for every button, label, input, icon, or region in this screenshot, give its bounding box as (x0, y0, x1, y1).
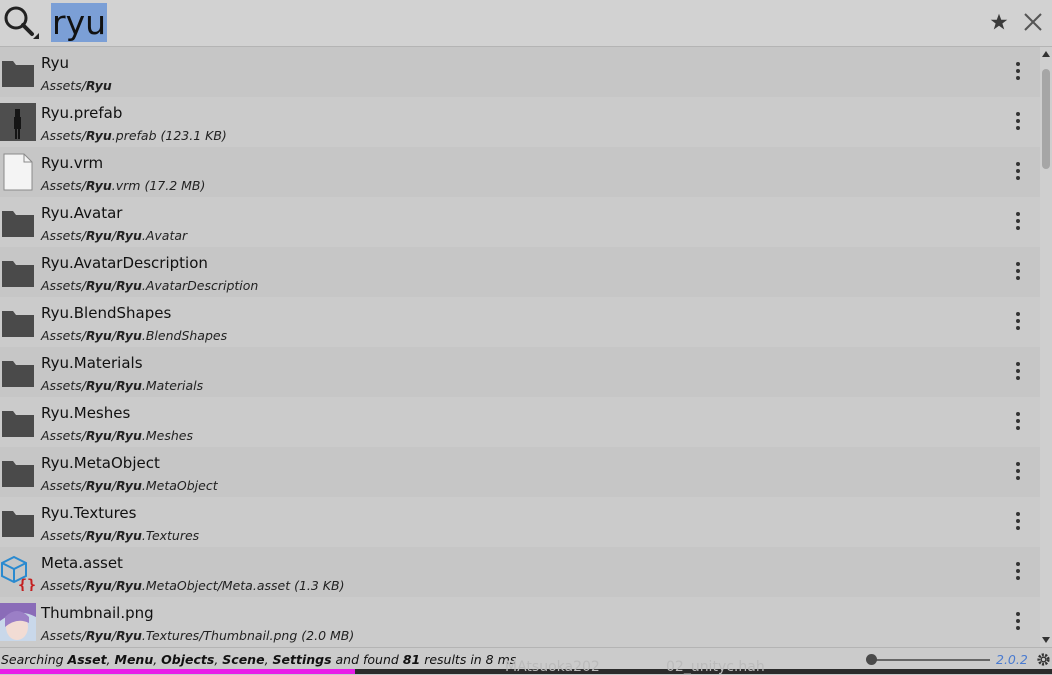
version-label: 2.0.2 (996, 652, 1028, 667)
result-title: Ryu.Textures (41, 504, 137, 522)
favorite-star-icon[interactable] (990, 13, 1008, 31)
prefab-thumbnail (0, 103, 36, 141)
result-title: Ryu.AvatarDescription (41, 254, 208, 272)
scriptable-object-icon: {} (0, 553, 36, 594)
image-thumbnail (0, 603, 36, 641)
folder-icon (0, 253, 36, 291)
result-row[interactable]: Ryu.MetaObject Assets/Ryu/Ryu.MetaObject (0, 447, 1040, 497)
more-options-icon[interactable] (1009, 259, 1027, 283)
more-options-icon[interactable] (1009, 309, 1027, 333)
result-title: Ryu (41, 54, 69, 72)
svg-text:{}: {} (18, 576, 36, 591)
result-title: Ryu.Avatar (41, 204, 123, 222)
result-path: Assets/Ryu (41, 78, 112, 93)
status-text: Searching Asset, Menu, Objects, Scene, S… (1, 652, 517, 667)
result-row[interactable]: Ryu Assets/Ryu (0, 47, 1040, 97)
more-options-icon[interactable] (1009, 559, 1027, 583)
result-path: Assets/Ryu/Ryu.BlendShapes (41, 328, 228, 343)
gear-icon[interactable] (1036, 652, 1051, 667)
zoom-slider-track[interactable] (872, 659, 990, 661)
result-path: Assets/Ryu.prefab (123.1 KB) (41, 128, 227, 143)
more-options-icon[interactable] (1009, 509, 1027, 533)
folder-icon (0, 53, 36, 91)
result-row[interactable]: Ryu.Avatar Assets/Ryu/Ryu.Avatar (0, 197, 1040, 247)
result-title: Meta.asset (41, 554, 123, 572)
result-row[interactable]: Ryu.Materials Assets/Ryu/Ryu.Materials (0, 347, 1040, 397)
result-row[interactable]: Ryu.Meshes Assets/Ryu/Ryu.Meshes (0, 397, 1040, 447)
result-row[interactable]: Thumbnail.png Assets/Ryu/Ryu.Textures/Th… (0, 597, 1040, 647)
more-options-icon[interactable] (1009, 609, 1027, 633)
search-icon[interactable] (2, 4, 40, 42)
result-row[interactable]: Ryu.BlendShapes Assets/Ryu/Ryu.BlendShap… (0, 297, 1040, 347)
result-title: Ryu.prefab (41, 104, 123, 122)
folder-icon (0, 203, 36, 241)
result-path: Assets/Ryu/Ryu.MetaObject (41, 478, 218, 493)
result-row[interactable]: {} Meta.asset Assets/Ryu/Ryu.MetaObject/… (0, 547, 1040, 597)
background-tab-label: MAtsuoka202 (505, 659, 600, 675)
result-path: Assets/Ryu/Ryu.MetaObject/Meta.asset (1.… (41, 578, 345, 593)
scroll-down-arrow-icon[interactable] (1042, 637, 1050, 643)
folder-icon (0, 353, 36, 391)
result-path: Assets/Ryu/Ryu.Materials (41, 378, 204, 393)
progress-bar (0, 669, 355, 674)
zoom-slider-handle[interactable] (866, 654, 877, 665)
search-bar: ryu (0, 0, 1052, 47)
folder-icon (0, 503, 36, 541)
more-options-icon[interactable] (1009, 59, 1027, 83)
file-icon (0, 153, 36, 191)
more-options-icon[interactable] (1009, 459, 1027, 483)
result-title: Ryu.Materials (41, 354, 143, 372)
folder-icon (0, 303, 36, 341)
result-path: Assets/Ryu/Ryu.Meshes (41, 428, 193, 443)
result-title: Ryu.Meshes (41, 404, 131, 422)
result-path: Assets/Ryu/Ryu.Avatar (41, 228, 188, 243)
folder-icon (0, 403, 36, 441)
vertical-scrollbar[interactable] (1040, 47, 1052, 647)
scrollbar-thumb[interactable] (1042, 69, 1050, 169)
more-options-icon[interactable] (1009, 209, 1027, 233)
result-row[interactable]: Ryu.prefab Assets/Ryu.prefab (123.1 KB) (0, 97, 1040, 147)
result-row[interactable]: Ryu.Textures Assets/Ryu/Ryu.Textures (0, 497, 1040, 547)
folder-icon (0, 453, 36, 491)
results-list: Ryu Assets/Ryu Ryu.prefab Assets/Ryu.pre… (0, 47, 1040, 647)
result-title: Ryu.MetaObject (41, 454, 160, 472)
close-icon[interactable] (1022, 11, 1044, 33)
search-query-selection: ryu (51, 3, 108, 42)
result-title: Ryu.BlendShapes (41, 304, 172, 322)
more-options-icon[interactable] (1009, 159, 1027, 183)
more-options-icon[interactable] (1009, 109, 1027, 133)
result-title: Ryu.vrm (41, 154, 104, 172)
result-path: Assets/Ryu/Ryu.Textures (41, 528, 200, 543)
result-row[interactable]: Ryu.AvatarDescription Assets/Ryu/Ryu.Ava… (0, 247, 1040, 297)
more-options-icon[interactable] (1009, 409, 1027, 433)
result-path: Assets/Ryu/Ryu.AvatarDescription (41, 278, 259, 293)
search-input[interactable]: ryu (51, 2, 108, 43)
more-options-icon[interactable] (1009, 359, 1027, 383)
scroll-up-arrow-icon[interactable] (1042, 51, 1050, 57)
result-path: Assets/Ryu.vrm (17.2 MB) (41, 178, 206, 193)
result-path: Assets/Ryu/Ryu.Textures/Thumbnail.png (2… (41, 628, 355, 643)
background-tab-label: 02_unityc.hah (666, 659, 765, 675)
result-row[interactable]: Ryu.vrm Assets/Ryu.vrm (17.2 MB) (0, 147, 1040, 197)
result-title: Thumbnail.png (41, 604, 154, 622)
